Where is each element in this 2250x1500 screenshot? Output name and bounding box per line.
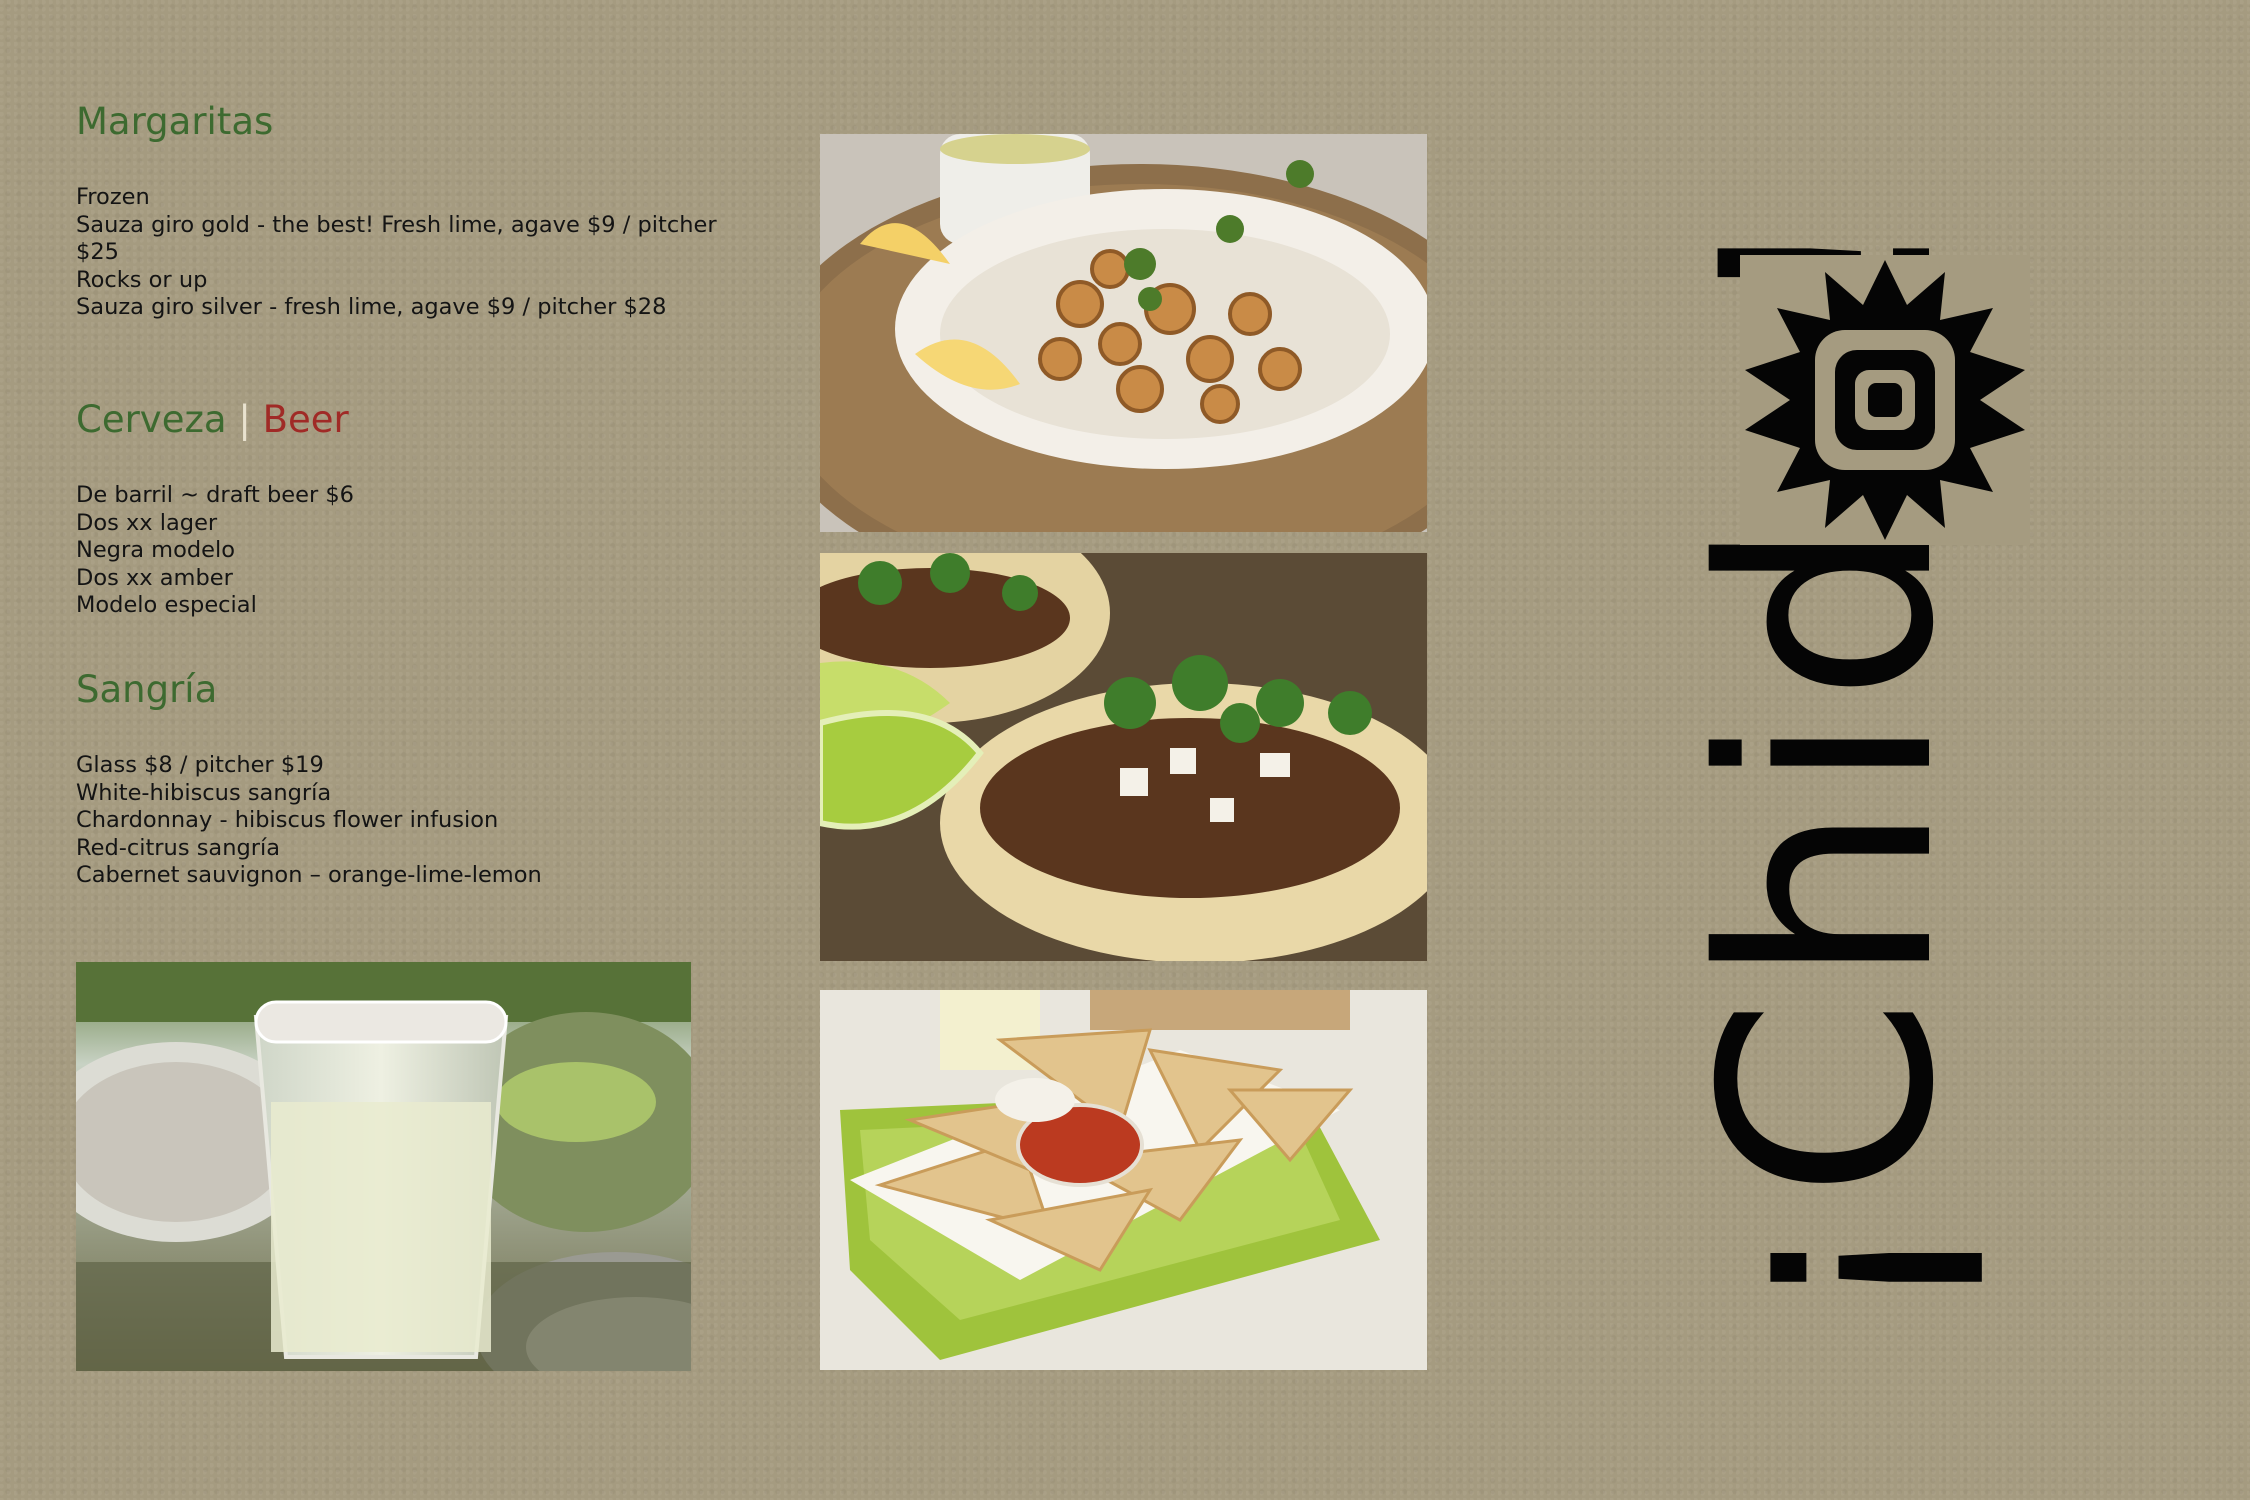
beer-title-english: Beer: [262, 398, 349, 441]
menu-line: Cabernet sauvignon – orange-lime-lemon: [76, 862, 542, 889]
menu-line: Sauza giro gold - the best! Fresh lime, …: [76, 211, 717, 238]
margaritas-list: Frozen Sauza giro gold - the best! Fresh…: [76, 184, 717, 322]
margaritas-section: Margaritas Frozen Sauza giro gold - the …: [76, 100, 717, 322]
menu-line: Dos xx lager: [76, 509, 218, 536]
margaritas-title: Margaritas: [76, 100, 274, 143]
title-separator: |: [238, 398, 251, 441]
sangria-title: Sangría: [76, 668, 218, 711]
menu-line: Negra modelo: [76, 537, 235, 564]
chido-logo: ¡Chido!: [1660, 150, 2030, 1370]
menu-line: $25: [76, 239, 119, 266]
menu-line: Sauza giro silver - fresh lime, agave $9…: [76, 294, 667, 321]
menu-line: Chardonnay - hibiscus flower infusion: [76, 807, 499, 834]
sun-icon: [1740, 255, 2030, 545]
sangria-section: Sangría Glass $8 / pitcher $19 White-hib…: [76, 668, 542, 890]
sangria-list: Glass $8 / pitcher $19 White-hibiscus sa…: [76, 752, 542, 890]
beer-list: De barril ~ draft beer $6 Dos xx lager N…: [76, 482, 354, 620]
calamari-photo: [820, 134, 1427, 532]
beer-title-spanish: Cerveza: [76, 398, 227, 441]
menu-line: Glass $8 / pitcher $19: [76, 752, 324, 779]
beer-title: Cerveza | Beer: [76, 398, 354, 442]
beer-section: Cerveza | Beer De barril ~ draft beer $6…: [76, 398, 354, 620]
tacos-photo: [820, 553, 1427, 961]
menu-line: Modelo especial: [76, 592, 257, 619]
margarita-photo: [76, 962, 691, 1371]
menu-line: Rocks or up: [76, 266, 208, 293]
menu-line: Dos xx amber: [76, 564, 233, 591]
menu-line: White-hibiscus sangría: [76, 779, 332, 806]
quesadilla-photo: [820, 990, 1427, 1370]
menu-line: Frozen: [76, 184, 150, 211]
menu-line: De barril ~ draft beer $6: [76, 482, 354, 509]
menu-line: Red-citrus sangría: [76, 834, 281, 861]
